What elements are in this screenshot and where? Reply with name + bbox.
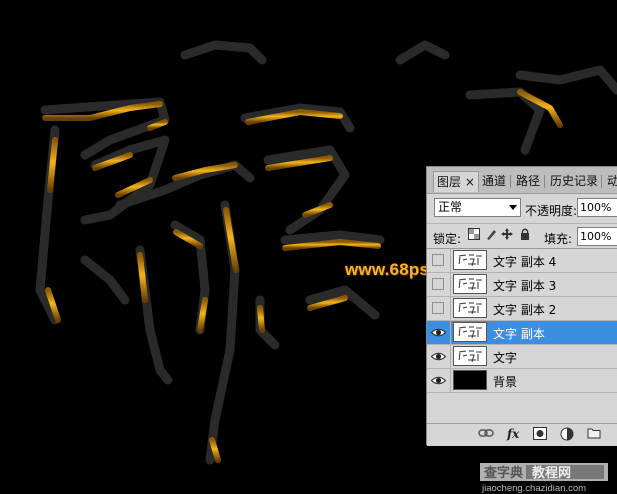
chazidian-watermark: 查字典 教程网 jiaocheng.chazidian.com bbox=[480, 463, 608, 494]
layer-divider bbox=[450, 249, 451, 273]
lock-position-icon[interactable] bbox=[500, 228, 513, 241]
panel-footer: fx bbox=[427, 423, 617, 446]
blend-row: 正常 不透明度: 100% bbox=[427, 194, 617, 222]
chevron-down-icon bbox=[509, 205, 517, 210]
tab-divider bbox=[601, 175, 602, 188]
tab-layers-label: 图层 bbox=[437, 175, 462, 189]
tab-close-icon[interactable]: × bbox=[465, 175, 475, 189]
layer-row[interactable]: 文字 副本 4 bbox=[427, 249, 617, 273]
opacity-label: 不透明度: bbox=[525, 204, 578, 218]
blend-mode-select[interactable]: 正常 bbox=[434, 198, 521, 217]
watermark-title-a: 查字典 bbox=[483, 465, 523, 481]
lock-transparency-icon[interactable] bbox=[467, 228, 480, 241]
layer-name: 文字 副本 bbox=[493, 327, 545, 341]
layer-thumbnail bbox=[453, 274, 487, 294]
layer-list: 文字 副本 4 文字 副本 3 文字 副本 2 文字 副本文字背景 bbox=[427, 248, 617, 393]
watermark-title-b: 教程网 bbox=[531, 465, 571, 481]
tab-layers[interactable]: 图层 × bbox=[433, 171, 479, 192]
layer-thumbnail bbox=[453, 346, 487, 366]
fill-label: 填充: bbox=[544, 232, 573, 246]
fill-input[interactable]: 100% bbox=[577, 227, 617, 246]
tab-actions[interactable]: 动 bbox=[604, 171, 617, 192]
lock-label: 锁定: bbox=[433, 232, 462, 246]
layer-divider bbox=[450, 297, 451, 321]
layer-thumbnail bbox=[453, 250, 487, 270]
layer-divider bbox=[450, 273, 451, 297]
eye-icon[interactable] bbox=[430, 325, 447, 340]
layer-row[interactable]: 文字 副本 2 bbox=[427, 297, 617, 321]
layer-row[interactable]: 文字 副本 3 bbox=[427, 273, 617, 297]
layer-thumbnail bbox=[453, 298, 487, 318]
layer-divider bbox=[450, 345, 451, 369]
fx-icon[interactable]: fx bbox=[507, 427, 519, 442]
opacity-input[interactable]: 100% bbox=[577, 198, 617, 217]
layer-name: 文字 副本 2 bbox=[493, 303, 557, 317]
mask-icon[interactable] bbox=[533, 427, 547, 442]
visibility-toggle[interactable] bbox=[432, 302, 444, 314]
eye-icon[interactable] bbox=[430, 349, 447, 364]
link-icon[interactable] bbox=[478, 427, 494, 442]
adjustment-icon[interactable] bbox=[560, 427, 574, 442]
visibility-toggle[interactable] bbox=[432, 254, 444, 266]
layers-panel: 图层 × 通道 路径 历史记录 动 正常 不透明度: 100% 锁定: 填充: … bbox=[426, 166, 617, 446]
blend-mode-value: 正常 bbox=[438, 200, 463, 214]
layer-name: 背景 bbox=[493, 375, 518, 389]
watermark-url: jiaocheng.chazidian.com bbox=[481, 483, 586, 494]
panel-tab-bar: 图层 × 通道 路径 历史记录 动 bbox=[427, 167, 617, 194]
tab-channels[interactable]: 通道 bbox=[479, 171, 509, 192]
eye-icon[interactable] bbox=[430, 373, 447, 388]
layer-name: 文字 bbox=[493, 351, 518, 365]
tab-paths[interactable]: 路径 bbox=[513, 171, 543, 192]
layer-name: 文字 副本 4 bbox=[493, 255, 557, 269]
layer-row[interactable]: 文字 副本 bbox=[427, 321, 617, 345]
folder-icon[interactable] bbox=[587, 427, 601, 442]
tab-history[interactable]: 历史记录 bbox=[547, 171, 601, 192]
layer-row[interactable]: 文字 bbox=[427, 345, 617, 369]
lock-row: 锁定: 填充: 100% bbox=[427, 223, 617, 248]
tab-divider bbox=[544, 175, 545, 188]
layer-row[interactable]: 背景 bbox=[427, 369, 617, 393]
layer-divider bbox=[450, 321, 451, 345]
visibility-toggle[interactable] bbox=[432, 278, 444, 290]
lock-pixels-icon[interactable] bbox=[484, 228, 497, 241]
layer-divider bbox=[450, 369, 451, 393]
layer-name: 文字 副本 3 bbox=[493, 279, 557, 293]
tab-divider bbox=[510, 175, 511, 188]
lock-all-icon[interactable] bbox=[518, 228, 531, 241]
layer-thumbnail bbox=[453, 322, 487, 342]
layer-thumbnail bbox=[453, 370, 487, 390]
